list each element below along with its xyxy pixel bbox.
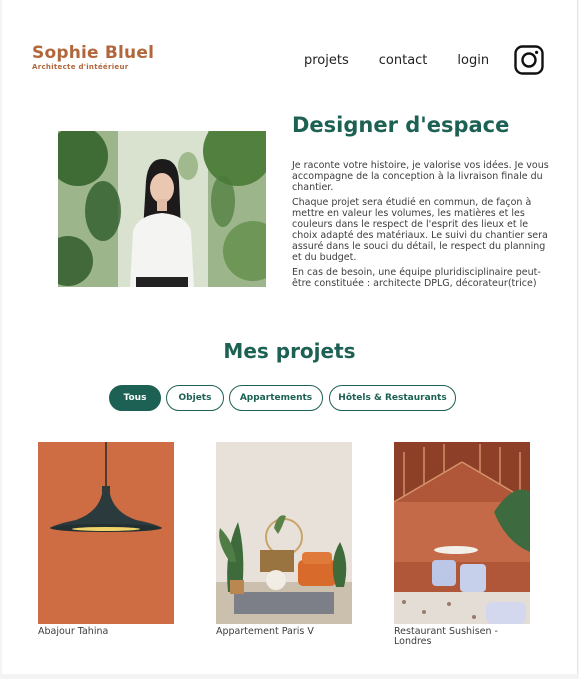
projects-title: Mes projets bbox=[223, 339, 356, 363]
project-card[interactable]: Restaurant Sushisen - Londres bbox=[394, 442, 530, 647]
page: Sophie Bluel Architecte d'intéérieur pro… bbox=[2, 0, 578, 674]
project-image-abajour bbox=[38, 442, 174, 624]
nav-login-link[interactable]: login bbox=[457, 53, 489, 68]
intro-paragraph: En cas de besoin, une équipe pluridiscip… bbox=[292, 267, 541, 289]
project-card[interactable]: Appartement Paris V bbox=[216, 442, 352, 637]
project-image-restaurant bbox=[394, 442, 530, 624]
nav-contact-link[interactable]: contact bbox=[379, 53, 428, 68]
intro-title: Designer d'espace bbox=[292, 113, 510, 137]
project-caption: Restaurant Sushisen - Londres bbox=[394, 626, 498, 647]
brand-logo[interactable]: Sophie Bluel Architecte d'intéérieur bbox=[32, 44, 154, 71]
project-caption: Appartement Paris V bbox=[216, 626, 314, 637]
filter-bar: Tous Objets Appartements Hôtels & Restau… bbox=[2, 385, 577, 413]
intro-paragraph: Je raconte votre histoire, je valorise v… bbox=[292, 160, 549, 193]
filter-objets-button[interactable]: Objets bbox=[166, 385, 224, 411]
nav-projets-link[interactable]: projets bbox=[304, 53, 349, 68]
brand-name: Sophie Bluel bbox=[32, 43, 155, 63]
intro-paragraph: Chaque projet sera étudié en commun, de … bbox=[292, 197, 548, 263]
intro-text: Je raconte votre histoire, je valorise v… bbox=[292, 160, 554, 293]
main-nav: projets contact login bbox=[304, 53, 489, 68]
project-caption: Abajour Tahina bbox=[38, 626, 109, 637]
project-card[interactable]: Abajour Tahina bbox=[38, 442, 174, 637]
filter-appartements-button[interactable]: Appartements bbox=[229, 385, 323, 411]
portrait-photo bbox=[58, 131, 266, 287]
filter-hotels-restaurants-button[interactable]: Hôtels & Restaurants bbox=[329, 385, 456, 411]
project-image-appartement bbox=[216, 442, 352, 624]
instagram-icon[interactable] bbox=[514, 45, 544, 75]
filter-tous-button[interactable]: Tous bbox=[109, 385, 161, 411]
brand-subtitle: Architecte d'intéérieur bbox=[32, 63, 129, 71]
